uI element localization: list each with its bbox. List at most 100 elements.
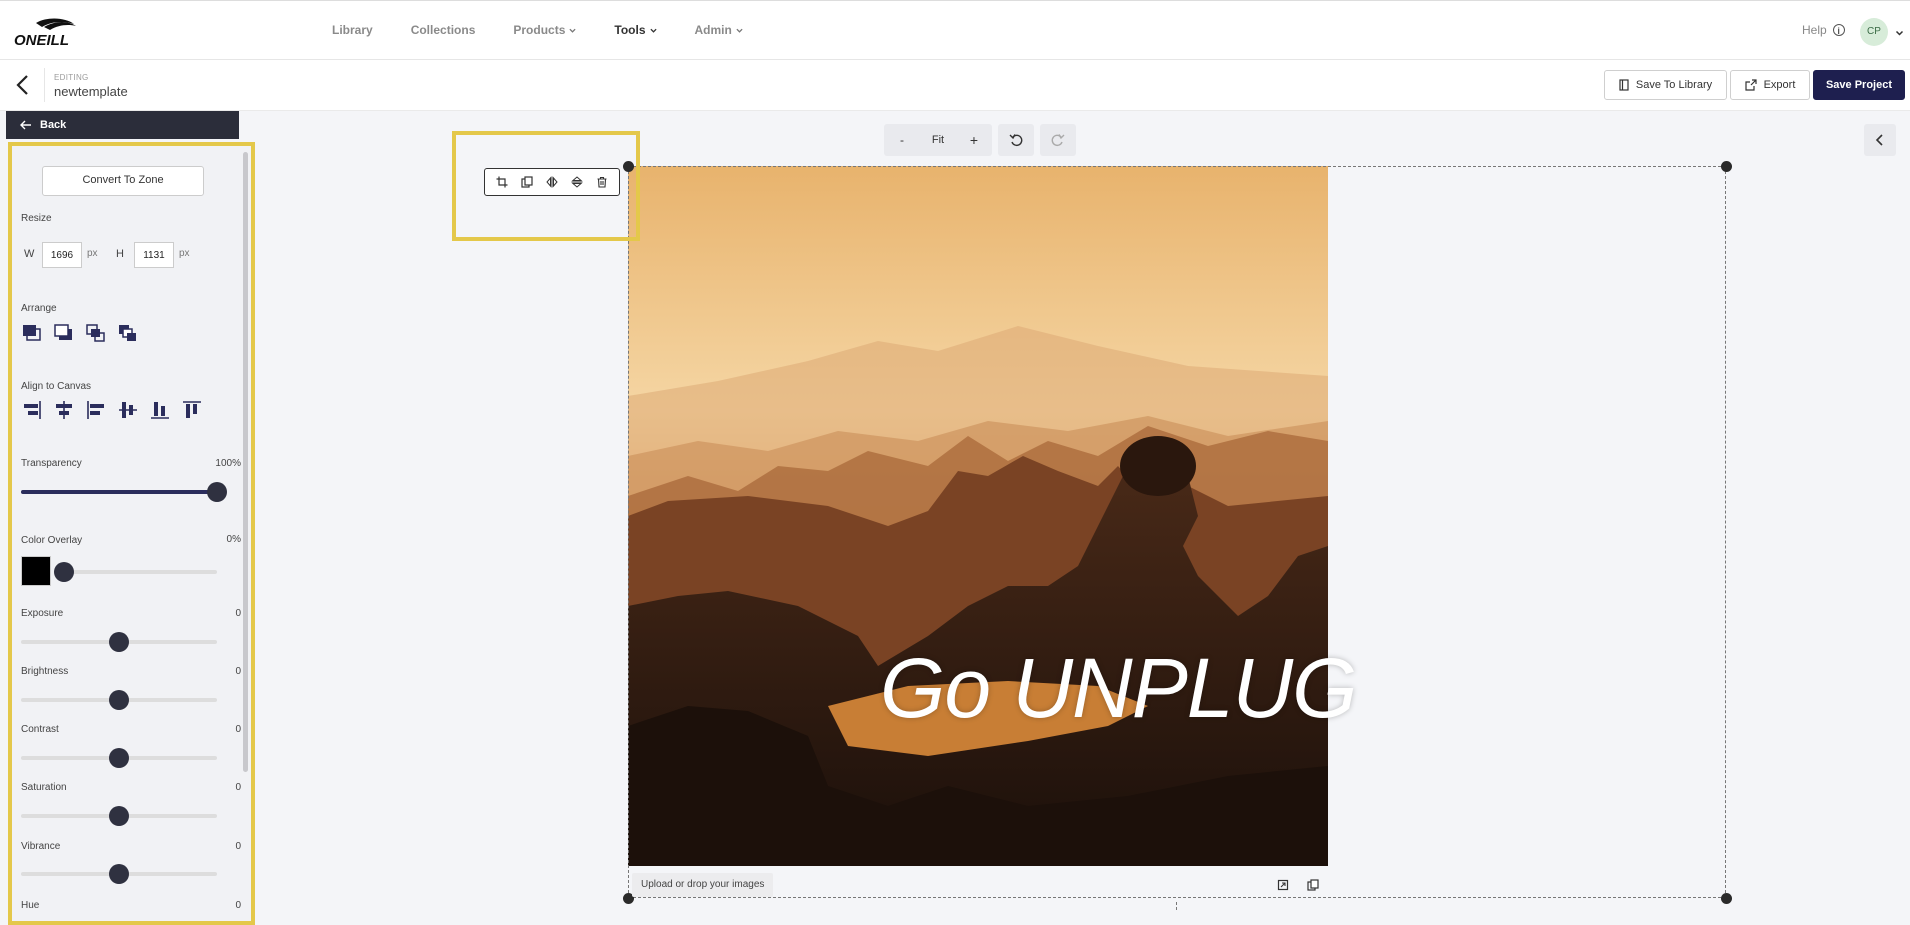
brightness-value: 0	[235, 666, 241, 677]
send-to-back-icon[interactable]	[53, 322, 75, 344]
rotate-handle-line[interactable]	[1176, 902, 1178, 910]
height-input[interactable]: 1131	[134, 242, 174, 268]
align-left-icon[interactable]	[85, 399, 107, 421]
nav-products[interactable]: Products	[513, 23, 576, 37]
align-center-horizontal-icon[interactable]	[53, 399, 75, 421]
vibrance-label: Vibrance	[21, 841, 61, 852]
chevron-down-icon	[569, 28, 576, 33]
flip-vertical-icon[interactable]	[568, 173, 586, 191]
exposure-value: 0	[235, 608, 241, 619]
contrast-value: 0	[235, 724, 241, 735]
duplicate-frame-icon[interactable]	[1303, 875, 1323, 895]
panel-content: Convert To Zone Resize W 1696 px H 1131 …	[12, 146, 241, 921]
nav-library-label: Library	[332, 23, 373, 37]
brightness-slider-thumb[interactable]	[109, 690, 129, 710]
overlay-color-swatch[interactable]	[21, 556, 51, 586]
saturation-value: 0	[235, 782, 241, 793]
save-to-library-button[interactable]: Save To Library	[1604, 70, 1727, 100]
crop-icon[interactable]	[493, 173, 511, 191]
color-overlay-slider-thumb[interactable]	[54, 562, 74, 582]
arrange-icons	[21, 322, 139, 344]
nav-tools[interactable]: Tools	[614, 23, 657, 37]
export-icon	[1744, 79, 1757, 91]
template-name: newtemplate	[54, 84, 128, 99]
trash-icon[interactable]	[593, 173, 611, 191]
resize-handle-bottom-right[interactable]	[1721, 893, 1732, 904]
editing-header: EDITING newtemplate Save To Library Expo…	[0, 60, 1910, 111]
save-project-button[interactable]: Save Project	[1813, 70, 1905, 100]
saturation-slider-thumb[interactable]	[109, 806, 129, 826]
align-center-vertical-icon[interactable]	[117, 399, 139, 421]
nav-collections-label: Collections	[410, 23, 476, 37]
resize-label: Resize	[21, 213, 52, 224]
align-icons	[21, 399, 203, 421]
exposure-slider-thumb[interactable]	[109, 632, 129, 652]
back-arrow-icon[interactable]	[10, 72, 36, 98]
width-input[interactable]: 1696	[42, 242, 82, 268]
oneill-logo[interactable]: ONEILL	[14, 17, 96, 47]
chevron-down-icon[interactable]	[1895, 29, 1904, 37]
vibrance-slider-thumb[interactable]	[109, 864, 129, 884]
vibrance-slider[interactable]	[21, 864, 217, 884]
contrast-slider[interactable]	[21, 748, 217, 768]
align-top-icon[interactable]	[181, 399, 203, 421]
height-letter: H	[116, 248, 124, 260]
redo-icon	[1051, 134, 1065, 147]
help-link[interactable]: Help i	[1802, 23, 1845, 37]
width-letter: W	[24, 248, 35, 260]
contrast-slider-thumb[interactable]	[109, 748, 129, 768]
width-unit: px	[87, 248, 98, 259]
nav-collections[interactable]: Collections	[411, 23, 476, 37]
nav-tools-label: Tools	[614, 23, 646, 37]
exposure-label: Exposure	[21, 608, 64, 619]
panel-scrollbar[interactable]	[243, 152, 248, 772]
undo-button[interactable]	[998, 124, 1034, 156]
replace-image-icon[interactable]	[1273, 875, 1293, 895]
color-overlay-label: Color Overlay	[21, 535, 83, 546]
redo-button[interactable]	[1040, 124, 1076, 156]
zoom-fit-button[interactable]: Fit	[920, 124, 956, 156]
contrast-label: Contrast	[21, 724, 59, 735]
nav-library[interactable]: Library	[332, 23, 373, 37]
zoom-in-button[interactable]: +	[956, 124, 992, 156]
zoom-out-button[interactable]: -	[884, 124, 920, 156]
upload-drop-button[interactable]: Upload or drop your images	[632, 873, 774, 897]
image-properties-panel: Convert To Zone Resize W 1696 px H 1131 …	[8, 142, 255, 925]
sidebar-back-button[interactable]: Back	[6, 111, 239, 139]
flip-horizontal-icon[interactable]	[543, 173, 561, 191]
align-right-icon[interactable]	[21, 399, 43, 421]
save-to-library-label: Save To Library	[1635, 79, 1713, 91]
transparency-slider-fill	[21, 490, 217, 494]
bring-forward-icon[interactable]	[85, 322, 107, 344]
saturation-slider[interactable]	[21, 806, 217, 826]
arrow-left-icon	[20, 120, 31, 130]
exposure-slider[interactable]	[21, 632, 217, 652]
align-bottom-icon[interactable]	[149, 399, 171, 421]
export-button[interactable]: Export	[1730, 70, 1810, 100]
send-backward-icon[interactable]	[117, 322, 139, 344]
chevron-down-icon	[736, 28, 743, 33]
hue-label: Hue	[21, 900, 40, 911]
nav-admin[interactable]: Admin	[695, 23, 743, 37]
resize-handle-top-right[interactable]	[1721, 161, 1732, 172]
color-overlay-value: 0%	[226, 534, 241, 545]
height-unit: px	[179, 248, 190, 259]
duplicate-icon[interactable]	[518, 173, 536, 191]
top-navigation-bar: ONEILL Library Collections Products Tool…	[0, 0, 1910, 60]
logo-text: ONEILL	[14, 32, 69, 47]
align-label: Align to Canvas	[21, 381, 92, 392]
transparency-slider-thumb[interactable]	[207, 482, 227, 502]
hue-value: 0	[235, 900, 241, 911]
brightness-slider[interactable]	[21, 690, 217, 710]
save-project-label: Save Project	[1825, 79, 1893, 91]
color-overlay-slider[interactable]	[54, 562, 217, 582]
transparency-slider[interactable]	[21, 482, 227, 502]
avatar[interactable]: CP	[1860, 18, 1888, 46]
bring-to-front-icon[interactable]	[21, 322, 43, 344]
saturation-label: Saturation	[21, 782, 67, 793]
collapse-right-panel-button[interactable]	[1864, 124, 1896, 156]
brightness-label: Brightness	[21, 666, 69, 677]
convert-to-zone-button[interactable]: Convert To Zone	[42, 166, 204, 196]
arrange-label: Arrange	[21, 303, 57, 314]
editing-label: EDITING	[54, 73, 89, 82]
